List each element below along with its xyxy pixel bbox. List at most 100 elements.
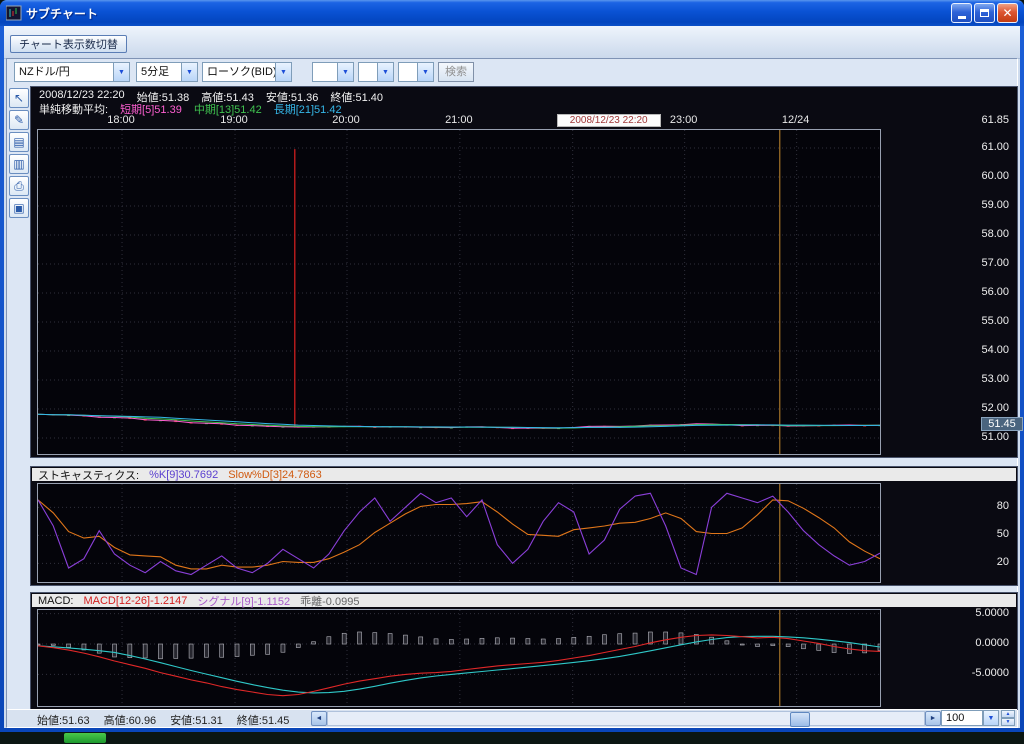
timeframe-select[interactable]: 5分足 ▼	[136, 62, 198, 82]
status-bar: 始値:51.63 高値:60.96 安値:51.31 終値:51.45 ◄ ► …	[7, 709, 1017, 727]
stochastics-chart[interactable]	[37, 483, 881, 583]
y-axis-label: 58.00	[981, 228, 1009, 240]
maximize-icon	[980, 9, 989, 17]
macd-histogram-bar	[495, 638, 499, 644]
macd-histogram-bar	[158, 644, 162, 659]
pencil-tool-button[interactable]: ✎	[9, 110, 29, 130]
time-axis-label: 12/24	[772, 114, 820, 126]
session-high: 高値:60.96	[104, 712, 157, 728]
session-open: 始値:51.63	[37, 712, 90, 728]
macd-histogram-bar	[511, 638, 515, 644]
macd-histogram-bar	[771, 644, 775, 646]
macd-histogram-bar	[67, 644, 71, 647]
horizontal-scrollbar: ◄ ►	[311, 711, 941, 726]
macd-histogram-bar	[557, 639, 561, 644]
y-axis-label: 20	[997, 556, 1009, 568]
current-price-badge: 51.45	[981, 417, 1023, 431]
macd-histogram-bar	[725, 641, 729, 644]
macd-header: MACD: MACD[12-26]-1.2147 シグナル[9]-1.1152 …	[32, 594, 1016, 607]
macd-value: MACD[12-26]-1.2147	[83, 595, 187, 607]
macd-histogram-bar	[572, 637, 576, 644]
app-icon	[6, 5, 22, 21]
scroll-right-button[interactable]: ►	[925, 711, 941, 726]
macd-histogram-bar	[740, 644, 744, 645]
max-price-label: 61.85	[981, 114, 1009, 126]
macd-histogram-bar	[388, 634, 392, 644]
y-axis-label: 51.00	[981, 431, 1009, 443]
print-tool-button[interactable]: ⎙	[9, 176, 29, 196]
chart-style-value: ローソク(BID)	[203, 63, 275, 81]
macd-histogram-bar	[51, 644, 55, 645]
macd-histogram-bar	[296, 644, 300, 647]
minimize-icon	[958, 16, 966, 19]
window-body: チャート表示数切替 NZドル/円 ▼ 5分足 ▼ ローソク(BID) ▼	[4, 26, 1020, 728]
close-button[interactable]: ✕	[997, 3, 1018, 23]
y-axis-label: 60.00	[981, 170, 1009, 182]
scrollbar-track[interactable]	[327, 711, 925, 726]
macd-histogram-bar	[710, 637, 714, 644]
macd-histogram-bar	[618, 634, 622, 644]
taskbar-item[interactable]	[64, 733, 106, 743]
y-axis-label: 52.00	[981, 402, 1009, 414]
macd-histogram-bar	[480, 638, 484, 644]
select-tool-button[interactable]: ↖	[9, 88, 29, 108]
line-chart-tool-icon: ▤	[13, 135, 24, 149]
bar-chart-tool-button[interactable]: ▥	[9, 154, 29, 174]
y-axis-label: 57.00	[981, 257, 1009, 269]
macd-label: MACD:	[38, 595, 73, 607]
zoom-dropdown-button[interactable]: ▼	[983, 710, 999, 726]
macd-histogram-bar	[373, 633, 377, 644]
y-axis-label: 55.00	[981, 315, 1009, 327]
zoom-spin-up-button[interactable]: ▲	[1001, 710, 1015, 718]
indicator-select-1[interactable]: ▼	[312, 62, 354, 82]
panel-tool-button[interactable]: ▣	[9, 198, 29, 218]
chevron-down-icon: ▼	[337, 63, 353, 81]
macd-histogram-bar	[37, 644, 40, 645]
scroll-left-button[interactable]: ◄	[311, 711, 327, 726]
chevron-down-icon: ▼	[113, 63, 129, 81]
macd-histogram-bar	[312, 642, 316, 644]
session-close: 終値:51.45	[237, 712, 290, 728]
macd-histogram-bar	[189, 644, 193, 658]
macd-histogram-bar	[817, 644, 821, 650]
minimize-button[interactable]	[951, 3, 972, 23]
titlebar[interactable]: サブチャート ✕	[0, 0, 1024, 26]
macd-axis: 5.00000.0000-5.0000	[879, 609, 1013, 705]
stochastics-k-value: %K[9]30.7692	[149, 469, 218, 481]
time-axis-label: 21:00	[435, 114, 483, 126]
indicator-select-3[interactable]: ▼	[398, 62, 434, 82]
macd-histogram-bar	[786, 644, 790, 647]
indicator-3-value	[399, 63, 417, 81]
chart-count-toggle-button[interactable]: チャート表示数切替	[10, 35, 127, 53]
window-title: サブチャート	[26, 5, 98, 22]
time-axis-label: 23:00	[660, 114, 708, 126]
macd-block: MACD: MACD[12-26]-1.2147 シグナル[9]-1.1152 …	[30, 592, 1018, 710]
bar-chart-tool-icon: ▥	[13, 157, 24, 171]
macd-histogram-bar	[679, 633, 683, 644]
search-button[interactable]: 検索	[438, 62, 474, 82]
macd-histogram-bar	[541, 639, 545, 644]
currency-pair-select[interactable]: NZドル/円 ▼	[14, 62, 130, 82]
macd-histogram-bar	[526, 639, 530, 644]
y-axis-label: 50	[997, 528, 1009, 540]
macd-chart[interactable]	[37, 609, 881, 707]
macd-histogram-bar	[449, 639, 453, 644]
macd-histogram-bar	[602, 635, 606, 644]
y-axis-label: -5.0000	[972, 667, 1009, 679]
stoch-line	[38, 500, 880, 569]
macd-histogram-bar	[235, 644, 239, 656]
taskbar-fragment	[0, 732, 1024, 744]
main-price-chart[interactable]	[37, 129, 881, 455]
line-chart-tool-button[interactable]: ▤	[9, 132, 29, 152]
indicator-select-2[interactable]: ▼	[358, 62, 394, 82]
price-axis: 61.0060.0059.0058.0057.0056.0055.0054.00…	[879, 129, 1013, 453]
zoom-spin-down-button[interactable]: ▼	[1001, 718, 1015, 726]
maximize-button[interactable]	[974, 3, 995, 23]
chevron-down-icon: ▼	[377, 63, 393, 81]
zoom-input[interactable]: 100	[941, 710, 983, 726]
chart-style-select[interactable]: ローソク(BID) ▼	[202, 62, 292, 82]
stochastics-block: ストキャスティクス: %K[9]30.7692 Slow%D[3]24.7863…	[30, 466, 1018, 586]
macd-diff-value: 乖離-0.0995	[300, 593, 359, 609]
scrollbar-thumb[interactable]	[790, 712, 810, 727]
indicator-2-value	[359, 63, 377, 81]
